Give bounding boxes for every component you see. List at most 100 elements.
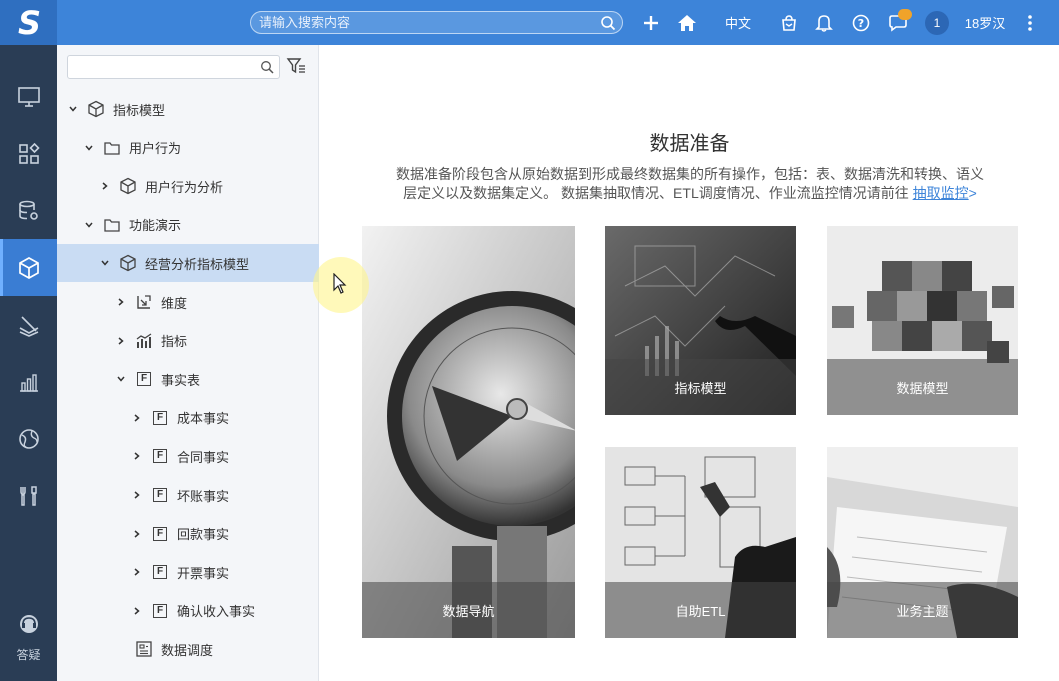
tree-node[interactable]: 经营分析指标模型	[57, 244, 319, 283]
schedule-icon	[135, 640, 153, 658]
bell-icon[interactable]	[813, 0, 835, 45]
folder-icon	[103, 139, 121, 157]
user-count-badge: 1	[925, 10, 949, 35]
app-logo[interactable]: S	[0, 0, 57, 45]
tree-node-label: 回款事实	[177, 527, 230, 543]
tree-node[interactable]: 用户行为	[57, 129, 319, 167]
tree-node-label: 合同事实	[177, 449, 230, 465]
filter-icon[interactable]	[286, 56, 306, 76]
tree-node[interactable]: F 确认收入事实	[57, 592, 319, 630]
notification-dot	[898, 9, 912, 20]
help-support[interactable]: 答疑	[0, 612, 57, 672]
shopping-bag-icon[interactable]	[778, 0, 800, 45]
card-label: 数据模型	[827, 359, 1018, 415]
add-icon[interactable]	[640, 0, 662, 45]
globe-icon[interactable]	[0, 410, 57, 467]
fact-table-icon: F	[135, 370, 153, 388]
tree-node[interactable]: 用户行为分析	[57, 167, 319, 205]
tree-node-label: 用户行为	[129, 141, 182, 157]
card-business-topics[interactable]: 业务主题	[827, 447, 1018, 638]
compass-image	[362, 226, 575, 638]
tools-icon[interactable]	[0, 467, 57, 524]
left-rail: 答疑	[0, 45, 57, 681]
card-label: 指标模型	[605, 359, 796, 415]
tree-node[interactable]: F 合同事实	[57, 437, 319, 475]
tree-search-input[interactable]	[67, 55, 280, 79]
extract-monitor-link[interactable]: 抽取监控	[913, 185, 969, 201]
chevron-down-icon[interactable]	[67, 103, 79, 115]
logo-text: S	[17, 3, 41, 42]
card-data-model[interactable]: 数据模型	[827, 226, 1018, 415]
chevron-right-icon[interactable]	[131, 450, 143, 462]
search-icon[interactable]	[600, 15, 616, 31]
fact-table-icon: F	[151, 409, 169, 427]
tree-node-label: 成本事实	[177, 411, 230, 427]
monitor-icon[interactable]	[0, 68, 57, 125]
page-description: 数据准备阶段包含从原始数据到形成最终数据集的所有操作，包括：表、数据清洗和转换、…	[390, 165, 990, 203]
tree-node[interactable]: F 事实表	[57, 360, 319, 398]
chevron-right-icon[interactable]	[131, 528, 143, 540]
database-settings-icon[interactable]	[0, 182, 57, 239]
tree-node-label: 指标	[161, 334, 188, 350]
tree-node[interactable]: 指标模型	[57, 90, 319, 128]
page-title: 数据准备	[649, 133, 730, 155]
tree-node[interactable]: 指标	[57, 322, 319, 360]
tree-node[interactable]: F 开票事实	[57, 553, 319, 591]
chevron-right-icon[interactable]	[115, 296, 127, 308]
link-arrow: >	[968, 185, 977, 201]
apps-icon[interactable]	[0, 125, 57, 182]
tree-node-label: 经营分析指标模型	[145, 256, 250, 272]
chevron-right-icon[interactable]	[115, 335, 127, 347]
chevron-right-icon[interactable]	[131, 605, 143, 617]
home-icon[interactable]	[675, 0, 699, 45]
cube-icon	[119, 254, 137, 272]
cube-icon	[87, 100, 105, 118]
tree-node[interactable]: F 成本事实	[57, 399, 319, 437]
card-metric-model[interactable]: 指标模型	[605, 226, 796, 415]
chevron-right-icon[interactable]	[131, 566, 143, 578]
chevron-down-icon[interactable]	[99, 257, 111, 269]
tree-node-label: 开票事实	[177, 565, 230, 581]
layers-icon[interactable]	[0, 296, 57, 353]
fact-table-icon: F	[151, 602, 169, 620]
card-self-service-etl[interactable]: 自助ETL	[605, 447, 796, 638]
tree-node[interactable]: F 坏账事实	[57, 476, 319, 514]
cube-icon	[119, 177, 137, 195]
chevron-down-icon[interactable]	[83, 142, 95, 154]
fact-table-icon: F	[151, 447, 169, 465]
cube-icon[interactable]	[0, 239, 57, 296]
tree-node-label: 事实表	[161, 372, 201, 388]
more-icon[interactable]	[1022, 0, 1038, 45]
tree-node[interactable]: 维度	[57, 283, 319, 321]
tree-node[interactable]: F 回款事实	[57, 515, 319, 553]
language-switch[interactable]: 中文	[720, 0, 756, 45]
help-icon[interactable]: ?	[850, 0, 872, 45]
fact-table-icon: F	[151, 525, 169, 543]
help-label: 答疑	[16, 648, 41, 662]
user-count[interactable]: 1	[924, 0, 950, 45]
card-data-navigation[interactable]: 数据导航	[362, 226, 575, 638]
card-label: 业务主题	[827, 582, 1018, 638]
chevron-right-icon[interactable]	[99, 180, 111, 192]
tree-node-label: 维度	[161, 295, 188, 311]
fact-table-icon: F	[151, 486, 169, 504]
tree-node-label: 用户行为分析	[145, 179, 224, 195]
search-input[interactable]	[259, 14, 589, 31]
tree-node-label: 数据调度	[161, 642, 214, 658]
chevron-down-icon[interactable]	[83, 219, 95, 231]
search-icon[interactable]	[260, 60, 274, 74]
user-name[interactable]: 18罗汉	[960, 0, 1010, 45]
chevron-right-icon[interactable]	[131, 489, 143, 501]
fact-table-icon: F	[151, 563, 169, 581]
tree-node[interactable]: 数据调度	[57, 630, 319, 668]
chevron-down-icon[interactable]	[115, 373, 127, 385]
tree-node-label: 功能演示	[129, 218, 182, 234]
description-text: 数据准备阶段包含从原始数据到形成最终数据集的所有操作，包括：表、数据清洗和转换、…	[396, 166, 984, 201]
tree-node[interactable]: 功能演示	[57, 206, 319, 244]
main-content: 数据准备 数据准备阶段包含从原始数据到形成最终数据集的所有操作，包括：表、数据清…	[320, 45, 1059, 681]
chevron-right-icon[interactable]	[131, 412, 143, 424]
bar-chart-icon[interactable]	[0, 353, 57, 410]
tree-node-label: 坏账事实	[177, 488, 230, 504]
message-icon[interactable]	[886, 0, 910, 45]
